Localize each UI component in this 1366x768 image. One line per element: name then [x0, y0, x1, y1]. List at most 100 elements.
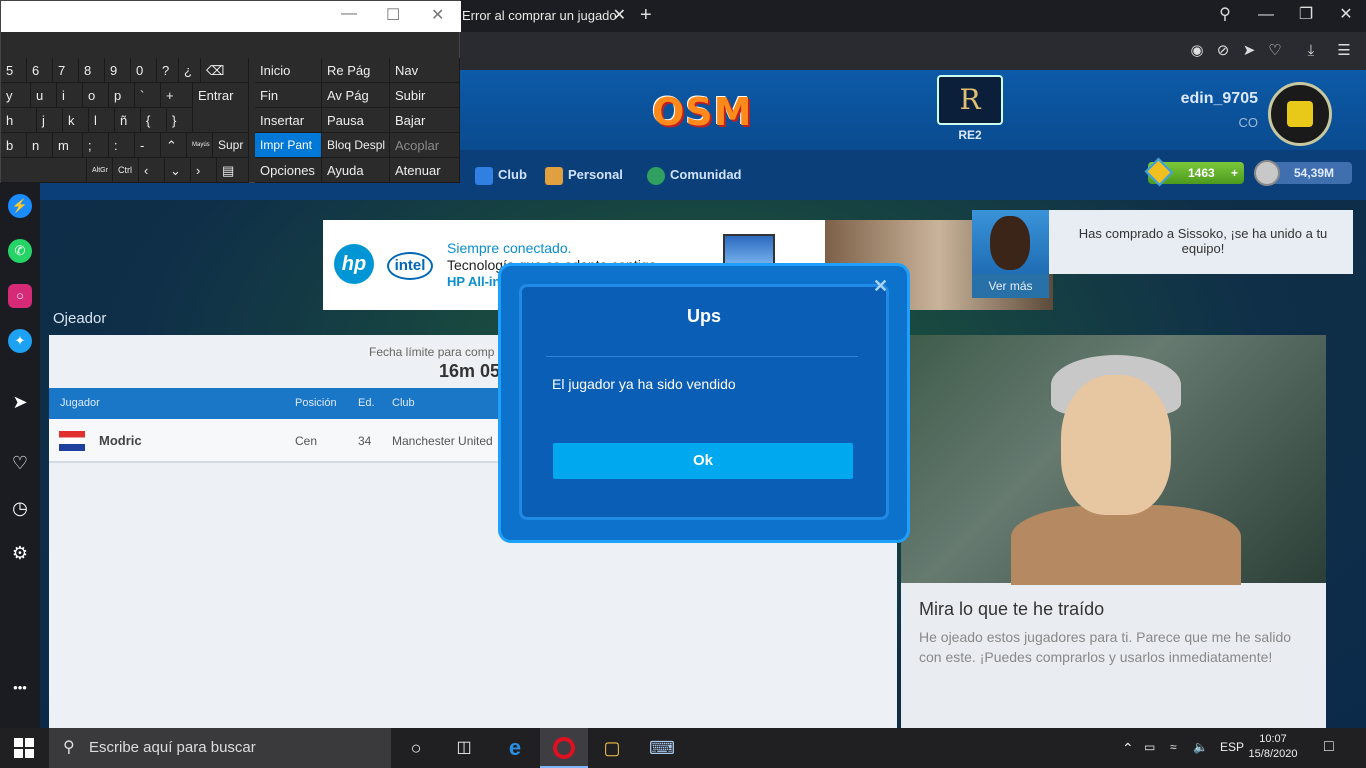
windows-start-icon[interactable] [14, 738, 34, 758]
instagram-icon[interactable]: ○ [8, 284, 32, 308]
maximize-button[interactable]: ☐ [386, 5, 400, 25]
supr-key[interactable]: Supr [213, 133, 249, 158]
key-semicolon[interactable]: ; [83, 133, 109, 158]
clock[interactable]: 10:07 15/8/2020 [1246, 732, 1300, 762]
key-u[interactable]: u [31, 83, 57, 108]
key-fin[interactable]: Fin [255, 83, 322, 108]
send-icon[interactable]: ➤ [1238, 40, 1260, 62]
key-5[interactable]: 5 [1, 58, 27, 83]
key-0[interactable]: 0 [131, 58, 157, 83]
menu-key-icon[interactable]: ▤ [217, 158, 249, 183]
key-acoplar[interactable]: Acoplar [390, 133, 460, 158]
search-icon[interactable]: ⚲ [1205, 0, 1245, 32]
key-impr-pant[interactable]: Impr Pant [255, 133, 322, 158]
key-nav[interactable]: Nav [390, 58, 460, 83]
close-button[interactable]: ✕ [431, 5, 444, 25]
ok-button[interactable]: Ok [553, 443, 853, 479]
key-brace-open[interactable]: { [141, 108, 167, 133]
restore-button[interactable]: ❐ [1286, 0, 1326, 32]
user-avatar[interactable] [1268, 82, 1332, 146]
osm-logo[interactable]: OSM [652, 90, 753, 134]
key-enye[interactable]: ñ [115, 108, 141, 133]
file-explorer-icon[interactable]: ▢ [600, 736, 624, 760]
key-dash[interactable]: - [135, 133, 161, 158]
key-pausa[interactable]: Pausa [322, 108, 390, 133]
ctrl-key[interactable]: Ctrl [113, 158, 139, 183]
shift-key[interactable]: Mayús [187, 133, 213, 158]
more-icon[interactable]: ••• [8, 676, 32, 700]
key-y[interactable]: y [1, 83, 31, 108]
nav-club[interactable]: Club [475, 166, 527, 185]
battery-icon[interactable]: ▭ [1144, 740, 1155, 754]
whatsapp-icon[interactable]: ✆ [8, 239, 32, 263]
up-arrow-icon[interactable]: ⌃ [161, 133, 187, 158]
close-button[interactable]: ✕ [1326, 0, 1366, 32]
enter-key[interactable]: Entrar [193, 83, 249, 133]
browser-tab[interactable]: Error al comprar un jugado ✕ [456, 0, 632, 32]
camera-icon[interactable]: ◉ [1186, 40, 1208, 62]
notifications-icon[interactable]: □ [1324, 738, 1334, 756]
key-l[interactable]: l [89, 108, 115, 133]
messenger-icon[interactable]: ⚡ [8, 194, 32, 218]
key-insertar[interactable]: Insertar [255, 108, 322, 133]
edge-icon[interactable]: e [503, 736, 527, 760]
opera-taskbar-button[interactable] [540, 728, 588, 768]
close-icon[interactable]: ✕ [873, 276, 888, 297]
send-icon[interactable]: ➤ [8, 390, 32, 414]
key-grave[interactable]: ` [135, 83, 161, 108]
right-arrow-icon[interactable]: › [191, 158, 217, 183]
nav-personal[interactable]: Personal [545, 166, 623, 185]
team-crest[interactable]: R [937, 75, 1003, 125]
left-arrow-icon[interactable]: ‹ [139, 158, 165, 183]
key-n[interactable]: n [27, 133, 53, 158]
key-brace-close[interactable]: } [167, 108, 193, 133]
volume-icon[interactable]: 🔈 [1193, 740, 1208, 754]
key-opciones[interactable]: Opciones [255, 158, 322, 183]
down-arrow-icon[interactable]: ⌄ [165, 158, 191, 183]
key-i[interactable]: i [57, 83, 83, 108]
new-tab-button[interactable]: + [640, 0, 652, 30]
block-icon[interactable]: ⊘ [1212, 40, 1234, 62]
key-6[interactable]: 6 [27, 58, 53, 83]
key-atenuar[interactable]: Atenuar [390, 158, 460, 183]
tab-close-icon[interactable]: ✕ [613, 0, 626, 32]
username[interactable]: edin_9705 [1140, 90, 1258, 108]
key-bajar[interactable]: Bajar [390, 108, 460, 133]
key-ayuda[interactable]: Ayuda [322, 158, 390, 183]
key-colon[interactable]: : [109, 133, 135, 158]
task-view-icon[interactable]: ◫ [452, 736, 476, 760]
minimize-button[interactable]: — [341, 5, 357, 23]
chevron-up-icon[interactable]: ⌃ [1122, 740, 1134, 757]
key-b[interactable]: b [1, 133, 27, 158]
key-question[interactable]: ? [157, 58, 179, 83]
language-indicator[interactable]: ESP [1220, 740, 1244, 754]
backspace-icon[interactable]: ⌫ [201, 58, 249, 83]
key-h[interactable]: h [1, 108, 37, 133]
heart-icon[interactable]: ♡ [8, 451, 32, 475]
key-j[interactable]: j [37, 108, 63, 133]
key-9[interactable]: 9 [105, 58, 131, 83]
key-re-pag[interactable]: Re Pág [322, 58, 390, 83]
keyboard-app-icon[interactable]: ⌨ [649, 736, 675, 760]
menu-icon[interactable]: ☰ [1333, 40, 1355, 62]
wifi-icon[interactable]: ≈ [1170, 740, 1177, 754]
key-subir[interactable]: Subir [390, 83, 460, 108]
ver-mas-button[interactable]: Ver más [972, 274, 1049, 298]
key-m[interactable]: m [53, 133, 83, 158]
altgr-key[interactable]: AltGr [87, 158, 113, 183]
key-8[interactable]: 8 [79, 58, 105, 83]
heart-icon[interactable]: ♡ [1264, 40, 1286, 62]
key-plus[interactable]: + [161, 83, 193, 108]
key-7[interactable]: 7 [53, 58, 79, 83]
key-av-pag[interactable]: Av Pág [322, 83, 390, 108]
key-k[interactable]: k [63, 108, 89, 133]
cortana-icon[interactable]: ○ [404, 736, 428, 760]
key-inicio[interactable]: Inicio [255, 58, 322, 83]
minimize-button[interactable]: — [1246, 0, 1286, 32]
key-o[interactable]: o [83, 83, 109, 108]
clock-icon[interactable]: ◷ [8, 496, 32, 520]
key-p[interactable]: p [109, 83, 135, 108]
twitter-icon[interactable]: ✦ [8, 329, 32, 353]
nav-comunidad[interactable]: Comunidad [647, 166, 742, 185]
space-key[interactable] [1, 158, 87, 183]
